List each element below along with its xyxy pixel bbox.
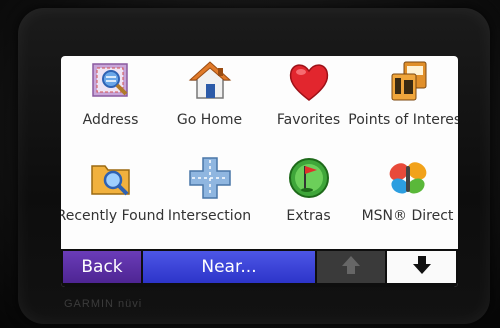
folder-search-icon [89, 156, 133, 200]
near-button[interactable]: Near... [143, 251, 315, 283]
menu-item-label: Points of Interest [348, 112, 458, 128]
address-book-icon [89, 60, 133, 104]
bottom-toolbar: Back Near... [61, 249, 458, 287]
arrow-down-icon [411, 254, 433, 281]
heart-icon [287, 60, 331, 104]
msn-butterfly-icon [386, 156, 430, 200]
menu-item-label: MSN® Direct [361, 208, 454, 224]
scroll-down-button[interactable] [387, 251, 456, 283]
menu-grid: Address Go Home Favorites Points of Inte… [61, 56, 458, 246]
scroll-up-button[interactable] [317, 251, 385, 283]
device-brand: GARMIN nüvi [64, 298, 143, 310]
near-label: Near... [201, 257, 257, 277]
arrow-up-icon [340, 254, 362, 281]
back-button[interactable]: Back [63, 251, 141, 283]
points-of-interest-icon [386, 60, 430, 104]
intersection-icon [188, 156, 232, 200]
screen: Address Go Home Favorites Points of Inte… [61, 56, 458, 287]
back-label: Back [81, 257, 123, 277]
home-icon [188, 60, 232, 104]
flag-icon [287, 156, 331, 200]
